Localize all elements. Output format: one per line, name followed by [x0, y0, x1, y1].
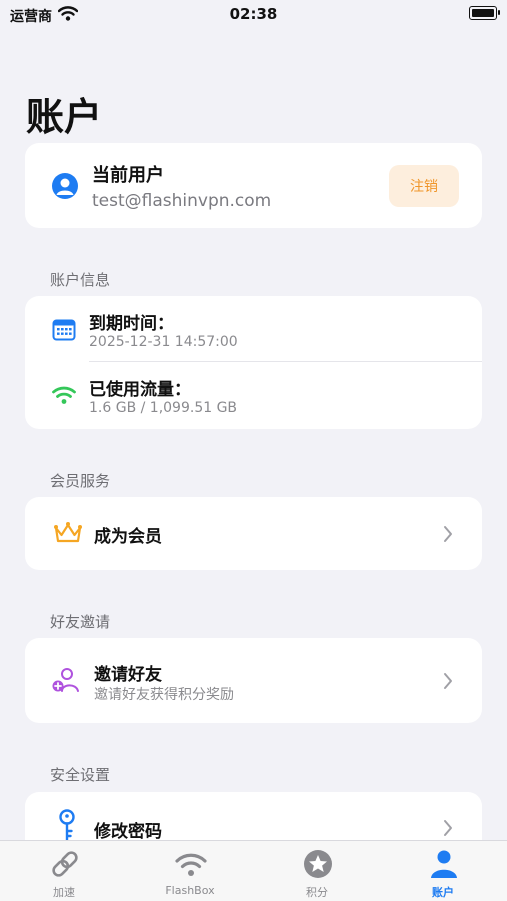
user-card: 当前用户 test@flashinvpn.com 注销 [25, 143, 482, 228]
invite-friends-row[interactable]: 邀请好友 邀请好友获得积分奖励 [25, 638, 482, 723]
chevron-right-icon [444, 673, 452, 689]
status-bar: 运营商 02:38 [0, 0, 507, 30]
chevron-right-icon [444, 526, 452, 542]
calendar-icon [52, 319, 76, 341]
account-info-card: 到期时间： 2025-12-31 14:57:00 已使用流量： 1.6 GB … [25, 296, 482, 429]
section-label-invite: 好友邀请 [50, 613, 111, 631]
invite-friends-subtitle: 邀请好友获得积分奖励 [94, 687, 234, 703]
tab-label: 账户 [432, 886, 454, 899]
tab-accelerate[interactable]: 加速 [1, 841, 127, 901]
invite-friends-label: 邀请好友 [94, 665, 162, 685]
traffic-wifi-icon [52, 386, 76, 404]
crown-icon [54, 522, 82, 543]
chevron-right-icon [444, 820, 452, 836]
wifi-icon [175, 853, 207, 876]
clock: 02:38 [229, 5, 278, 23]
tab-flashbox[interactable]: FlashBox [127, 841, 253, 901]
expiry-value: 2025-12-31 14:57:00 [89, 334, 238, 350]
section-label-account-info: 账户信息 [50, 271, 111, 289]
person-icon [431, 850, 457, 878]
link-icon [52, 851, 78, 877]
expiry-label: 到期时间： [89, 314, 174, 334]
page-title: 账户 [26, 95, 103, 139]
section-label-membership: 会员服务 [50, 472, 111, 490]
traffic-value: 1.6 GB / 1,099.51 GB [89, 400, 238, 416]
current-user-title: 当前用户 [92, 165, 164, 186]
become-member-row[interactable]: 成为会员 [25, 497, 482, 570]
star-icon [304, 850, 332, 878]
tab-bar: 加速 FlashBox 积分 账户 [0, 840, 507, 901]
become-member-label: 成为会员 [94, 527, 162, 547]
section-label-security: 安全设置 [50, 766, 111, 784]
logout-button[interactable]: 注销 [389, 165, 459, 207]
user-email: test@flashinvpn.com [92, 191, 272, 211]
tab-label: 加速 [53, 886, 75, 899]
change-password-label: 修改密码 [94, 822, 162, 842]
divider [89, 361, 482, 362]
add-friend-icon [52, 668, 79, 692]
battery-icon [469, 6, 500, 20]
tab-points[interactable]: 积分 [254, 841, 380, 901]
key-icon [59, 809, 75, 842]
tab-label: FlashBox [165, 884, 215, 897]
tab-account[interactable]: 账户 [380, 841, 506, 901]
tab-label: 积分 [306, 886, 328, 899]
traffic-label: 已使用流量： [89, 380, 191, 400]
user-avatar-icon [52, 173, 78, 199]
